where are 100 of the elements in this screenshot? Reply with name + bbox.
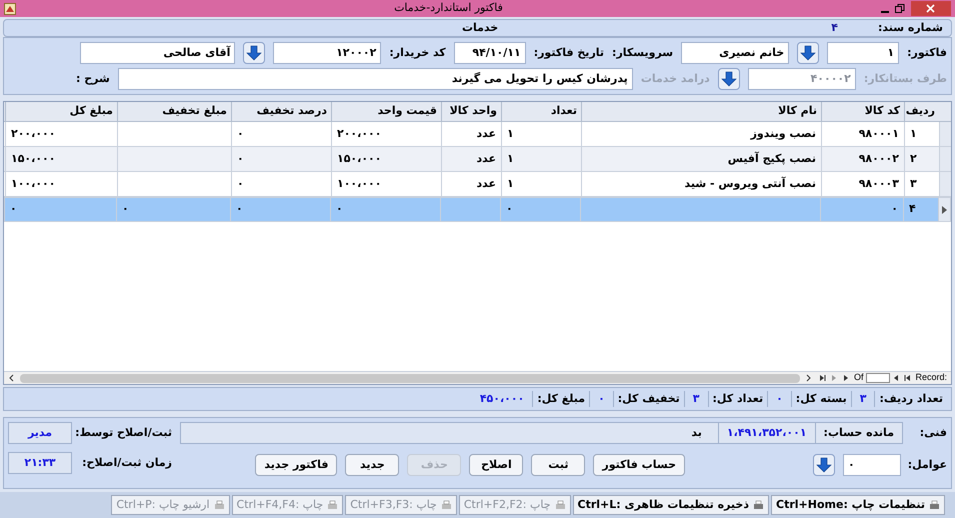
lookup-button[interactable] (718, 68, 740, 90)
action-button[interactable]: جدید (345, 454, 400, 476)
table-cell: ۱ (501, 147, 581, 171)
table-cell: ۰ (230, 198, 330, 221)
column-header[interactable]: درصد تخفیف (231, 102, 331, 121)
table-cell: عدد (441, 172, 501, 196)
column-header[interactable]: مبلغ تخفیف (117, 102, 231, 121)
shortcut-button[interactable]: تنظیمات چاپ :Ctrl+Home (771, 495, 945, 515)
table-cell: ۰ (500, 198, 580, 221)
table-cell: عدد (441, 122, 501, 146)
table-cell: ۲ (904, 147, 939, 171)
column-header[interactable]: ردیف (904, 102, 939, 121)
record-number-field[interactable] (866, 373, 890, 383)
table-cell: ۱۵۰،۰۰۰ (331, 147, 441, 171)
printer-icon (929, 500, 940, 510)
table-cell: ۰ (231, 122, 331, 146)
restore-icon[interactable] (894, 4, 905, 14)
table-cell: ۱ (501, 122, 581, 146)
summary-label: مبلغ کل: (536, 390, 586, 407)
input-field[interactable]: ۰ (843, 454, 901, 476)
minimize-icon[interactable] (880, 10, 889, 12)
doc-number-label: شماره سند: (878, 20, 943, 36)
table-cell: ۰ (116, 198, 230, 221)
summary-label: تعداد ردیف: (878, 390, 944, 407)
column-header[interactable]: کد کالا (821, 102, 904, 121)
close-button[interactable] (910, 1, 951, 16)
printer-icon (753, 500, 764, 510)
table-row[interactable]: ۱ ۹۸۰۰۰۱ نصب ویندوز ۱ عدد ۲۰۰،۰۰۰ ۰ ۲۰۰،۰۰۰ (4, 122, 951, 147)
action-button[interactable]: فاکتور جدید (255, 454, 338, 476)
lookup-button[interactable] (243, 42, 266, 64)
table-cell: نصب آنتی ویروس - شید (581, 172, 821, 196)
column-header[interactable]: تعداد (501, 102, 581, 121)
horizontal-scrollbar[interactable] (20, 374, 800, 382)
summary-label: تخفیف کل: (616, 390, 681, 407)
new-record-icon[interactable] (842, 374, 850, 382)
down-arrow-icon (800, 45, 816, 61)
lookup-button[interactable] (797, 42, 820, 64)
field-label: طرف بستانکار: (864, 70, 947, 87)
field-label: زمان ثبت/اصلاح: (81, 454, 172, 471)
input-field[interactable]: ۹۴/۱۰/۱۱ (454, 42, 526, 64)
printer-icon (440, 500, 452, 510)
table-cell: ۱۰۰،۰۰۰ (5, 172, 117, 196)
table-cell: ۱۵۰،۰۰۰ (5, 147, 117, 171)
table-cell: ۹۸۰۰۰۱ (821, 122, 904, 146)
action-button[interactable]: اصلاح (469, 454, 524, 476)
summary-label: تعداد کل: (712, 390, 764, 407)
scroll-right-icon[interactable] (804, 374, 812, 382)
table-cell: ۲۰۰،۰۰۰ (331, 122, 441, 146)
summary-value: ۰ (589, 390, 614, 408)
field-label: سرویسکار: (612, 44, 674, 61)
table-cell: ۲۰۰،۰۰۰ (5, 122, 117, 146)
column-header[interactable]: قیمت واحد (331, 102, 441, 121)
field-label: عوامل: (909, 456, 947, 473)
field-label: کد خریدار: (389, 44, 446, 61)
column-header[interactable]: واحد کالا (441, 102, 501, 121)
current-row-icon (942, 206, 947, 214)
lookup-button[interactable] (813, 454, 835, 476)
down-arrow-icon (246, 45, 262, 61)
table-cell: ۹۸۰۰۰۲ (821, 147, 904, 171)
input-field[interactable]: خانم نصیری (681, 42, 790, 64)
table-cell: ۱۰۰،۰۰۰ (331, 172, 441, 196)
table-cell: ۱ (501, 172, 581, 196)
last-record-icon[interactable] (818, 374, 826, 382)
input-field[interactable]: آقای صالحی (80, 42, 236, 64)
record-of-label: Of (853, 371, 865, 384)
table-cell: نصب پکیج آفیس (581, 147, 821, 171)
column-header[interactable]: نام کالا (581, 102, 821, 121)
table-row[interactable]: ۳ ۹۸۰۰۰۳ نصب آنتی ویروس - شید ۱ عدد ۱۰۰،۰۰۰ ۰ ۱۰۰،۰۰۰ (4, 172, 951, 197)
field-label: تاریخ فاکتور: (534, 44, 604, 61)
previous-record-icon[interactable] (892, 374, 900, 382)
table-cell: ۱ (904, 122, 939, 146)
input-field[interactable]: ۱۲۰۰۰۲ (273, 42, 382, 64)
app-icon (4, 2, 16, 14)
table-row[interactable]: ۲ ۹۸۰۰۰۲ نصب پکیج آفیس ۱ عدد ۱۵۰،۰۰۰ ۰ ۱۵۰،۰۰۰ (4, 147, 951, 172)
scroll-left-icon[interactable] (8, 374, 16, 382)
summary-value: ۳ (684, 390, 709, 408)
printer-icon (327, 500, 338, 510)
row-header[interactable] (938, 198, 950, 221)
table-cell: ۰ (231, 172, 331, 196)
input-field[interactable]: پدرشان کیس را تحویل می گیرند (118, 68, 633, 90)
summary-value: ۳ (850, 390, 876, 408)
edited-by-field: مدیر (8, 422, 72, 444)
field-label: درامد خدمات (640, 70, 710, 87)
table-cell: ۴ (903, 198, 938, 221)
section-title: خدمات (462, 20, 498, 36)
close-icon (926, 4, 936, 13)
first-record-icon[interactable] (904, 374, 912, 382)
down-arrow-icon (720, 71, 737, 87)
balance-status: بد (690, 424, 703, 441)
table-cell: نصب ویندوز (581, 122, 821, 146)
column-header[interactable]: مبلغ کل (5, 102, 117, 121)
doc-number: ۴ (831, 20, 838, 36)
action-button[interactable]: ثبت (531, 454, 586, 476)
input-field[interactable]: ۱ (827, 42, 900, 64)
balance-value: ۱،۴۹۱،۳۵۲،۰۰۱ (718, 423, 815, 443)
table-row[interactable]: ۴ ۰ ۰ ۰ ۰ ۰ ۰ (4, 197, 951, 222)
shortcut-button[interactable]: ذخیره تنظیمات ظاهری :Ctrl+L (572, 495, 769, 515)
action-button[interactable]: حساب فاکتور (593, 454, 685, 476)
field-label: شرح : (76, 70, 110, 87)
window-title: فاکتور استاندارد-خدمات (394, 0, 503, 16)
